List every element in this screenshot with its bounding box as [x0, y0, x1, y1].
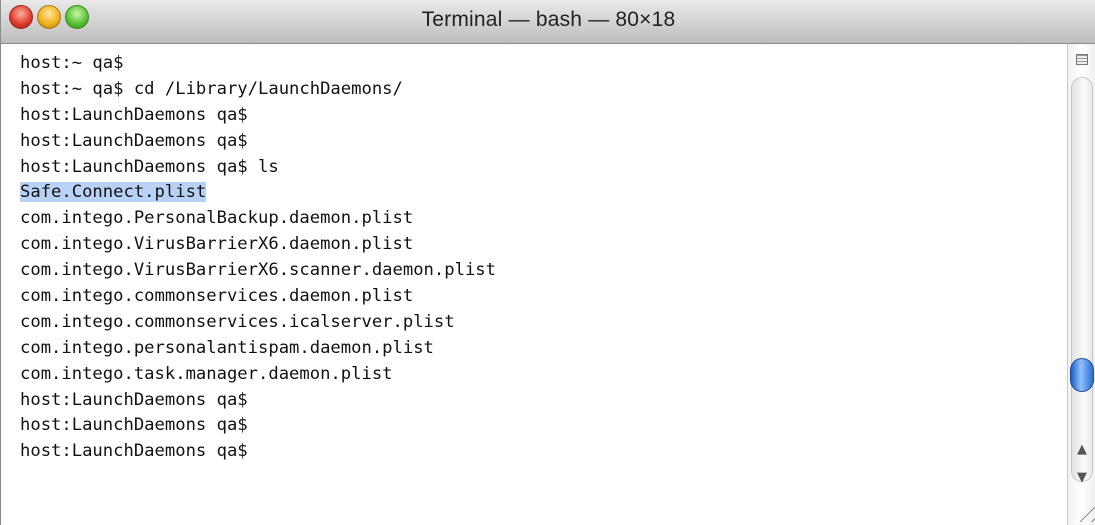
vertical-scrollbar[interactable]: ▲ ▼: [1067, 44, 1095, 525]
terminal-line: host:LaunchDaemons qa$: [20, 104, 248, 125]
terminal-line: host:LaunchDaemons qa$: [20, 130, 248, 151]
terminal-line: com.intego.personalantispam.daemon.plist: [20, 337, 434, 358]
scroll-thumb[interactable]: [1070, 358, 1094, 392]
terminal-line-selected: Safe.Connect.plist: [20, 180, 496, 206]
terminal-line: com.intego.VirusBarrierX6.scanner.daemon…: [20, 260, 496, 281]
scroll-up-arrow-icon[interactable]: ▲: [1074, 441, 1090, 459]
scroll-down-arrow-icon[interactable]: ▼: [1074, 469, 1090, 487]
selected-text[interactable]: Safe.Connect.plist: [20, 182, 207, 203]
terminal-line: host:~ qa$ cd /Library/LaunchDaemons/: [20, 78, 403, 99]
window-title: Terminal — bash — 80×18: [421, 8, 676, 31]
terminal-line: host:LaunchDaemons qa$: [20, 415, 248, 436]
terminal-line: com.intego.VirusBarrierX6.daemon.plist: [20, 234, 414, 255]
terminal-line: com.intego.task.manager.daemon.plist: [20, 363, 393, 384]
split-pane-icon[interactable]: [1076, 54, 1088, 65]
terminal-window: Terminal — bash — 80×18 host:~ qa$ host:…: [0, 0, 1095, 525]
terminal-line: com.intego.commonservices.icalserver.pli…: [20, 311, 455, 332]
terminal-line: host:~ qa$: [20, 53, 124, 73]
terminal-line: com.intego.commonservices.daemon.plist: [20, 286, 414, 307]
terminal-output[interactable]: host:~ qa$ host:~ qa$ cd /Library/Launch…: [1, 44, 1059, 525]
terminal-line: host:LaunchDaemons qa$: [20, 441, 248, 462]
terminal-line: com.intego.PersonalBackup.daemon.plist: [20, 208, 414, 229]
terminal-line: host:LaunchDaemons qa$ ls: [20, 156, 279, 177]
title-bar[interactable]: Terminal — bash — 80×18: [1, 0, 1095, 44]
terminal-line: host:LaunchDaemons qa$: [20, 389, 248, 410]
scroll-track[interactable]: [1071, 77, 1093, 482]
